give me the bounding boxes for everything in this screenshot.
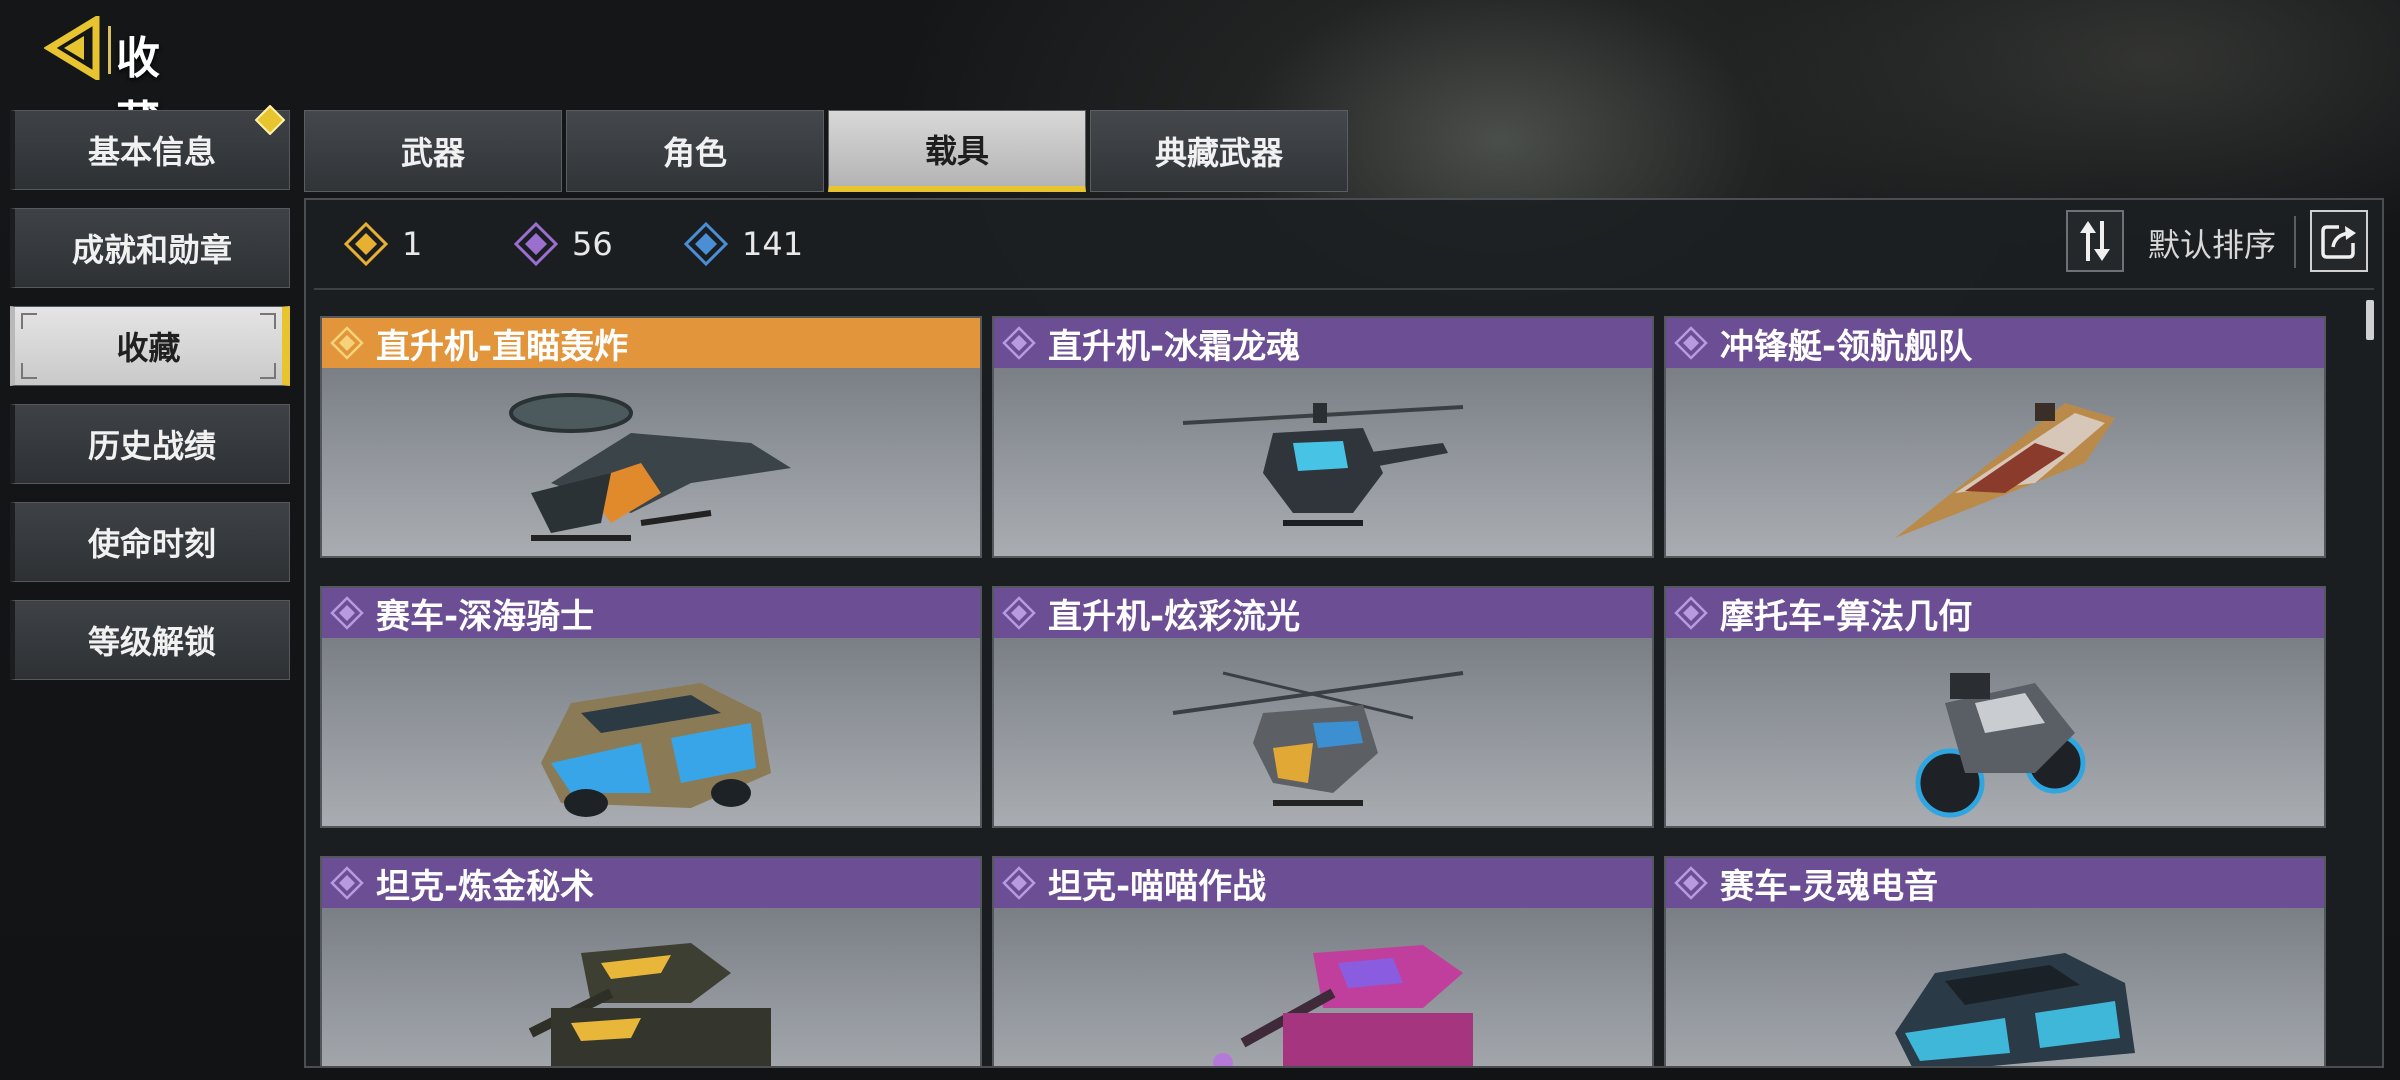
card-header: 直升机-直瞄轰炸 — [322, 318, 980, 368]
card-header: 摩托车-算法几何 — [1666, 588, 2324, 638]
sidebar-item-level-unlocks[interactable]: 等级解锁 — [10, 600, 290, 680]
epic-diamond-icon — [1002, 866, 1036, 900]
card-image — [322, 640, 980, 826]
card-header: 坦克-炼金秘术 — [322, 858, 980, 908]
vehicle-card[interactable]: 赛车-灵魂电音 — [1664, 856, 2326, 1066]
rare-count: 141 — [684, 222, 803, 266]
vehicle-card[interactable]: 坦克-炼金秘术 — [320, 856, 982, 1066]
card-image — [994, 910, 1652, 1066]
card-image — [322, 910, 980, 1066]
card-title: 坦克-喵喵作战 — [1048, 866, 1267, 907]
card-header: 冲锋艇-领航舰队 — [1666, 318, 2324, 368]
tab-vehicles[interactable]: 载具 — [828, 110, 1086, 192]
tab-weapons[interactable]: 武器 — [304, 110, 562, 192]
sort-label[interactable]: 默认排序 — [2148, 220, 2276, 266]
tank-icon — [528, 943, 771, 1066]
card-title: 赛车-灵魂电音 — [1720, 866, 1939, 907]
epic-count: 56 — [514, 222, 613, 266]
card-image — [1666, 910, 2324, 1066]
epic-diamond-icon — [514, 222, 558, 266]
vehicle-card[interactable]: 赛车-深海骑士 — [320, 586, 982, 828]
sidebar-item-achievements[interactable]: 成就和勋章 — [10, 208, 290, 288]
sidebar-item-label: 历史战绩 — [87, 427, 216, 465]
sidebar-item-label: 收藏 — [116, 329, 181, 367]
sidebar-item-label: 使命时刻 — [87, 525, 216, 563]
sidebar-item-basic-info[interactable]: 基本信息 — [10, 105, 290, 190]
helicopter-icon — [1172, 671, 1464, 806]
epic-diamond-icon — [330, 596, 364, 630]
notification-diamond-icon — [255, 105, 285, 135]
epic-diamond-icon — [1674, 326, 1708, 360]
tab-label: 典藏武器 — [1154, 134, 1283, 172]
back-arrow-icon — [44, 16, 100, 80]
share-icon — [2321, 225, 2356, 259]
card-image — [994, 370, 1652, 556]
header-divider — [108, 26, 111, 74]
sidebar-item-collection[interactable]: 收藏 — [10, 306, 290, 386]
vehicle-card[interactable]: 直升机-直瞄轰炸 — [320, 316, 982, 558]
tab-characters[interactable]: 角色 — [566, 110, 824, 192]
card-title: 冲锋艇-领航舰队 — [1720, 326, 1973, 367]
card-image — [322, 370, 980, 556]
back-button[interactable]: 收藏 — [44, 16, 204, 148]
legendary-diamond-icon — [330, 326, 364, 360]
tab-label: 角色 — [662, 134, 727, 172]
vehicle-card[interactable]: 直升机-炫彩流光 — [992, 586, 1654, 828]
rare-count-value: 141 — [742, 225, 804, 263]
sidebar-item-label: 基本信息 — [87, 133, 216, 171]
sidebar-item-label: 成就和勋章 — [71, 231, 232, 269]
epic-diamond-icon — [330, 866, 364, 900]
card-header: 直升机-炫彩流光 — [994, 588, 1652, 638]
card-image — [1666, 370, 2324, 556]
legendary-count: 1 — [344, 222, 422, 266]
card-title: 直升机-直瞄轰炸 — [376, 326, 629, 367]
motorcycle-icon — [1915, 673, 2086, 818]
card-title: 直升机-炫彩流光 — [1048, 596, 1301, 637]
epic-diamond-icon — [1002, 326, 1036, 360]
scrollbar-thumb[interactable] — [2366, 300, 2374, 340]
tab-label: 载具 — [924, 131, 989, 170]
sidebar-item-duty-moments[interactable]: 使命时刻 — [10, 502, 290, 582]
collection-panel: 1 56 141 默认排序 直升机-直瞄轰炸 直升机-冰霜龙魂 冲锋艇-领航舰队… — [304, 198, 2384, 1068]
card-header: 赛车-深海骑士 — [322, 588, 980, 638]
card-title: 赛车-深海骑士 — [376, 596, 595, 637]
vehicle-card[interactable]: 直升机-冰霜龙魂 — [992, 316, 1654, 558]
sort-toggle-button[interactable] — [2066, 210, 2124, 272]
boat-icon — [1895, 403, 2115, 538]
epic-count-value: 56 — [572, 225, 613, 263]
tab-collector-weapons[interactable]: 典藏武器 — [1090, 110, 1348, 192]
card-image — [1666, 640, 2324, 826]
vehicle-grid: 直升机-直瞄轰炸 直升机-冰霜龙魂 冲锋艇-领航舰队 赛车-深海骑士 直升机-炫… — [320, 316, 2350, 1066]
card-title: 坦克-炼金秘术 — [376, 866, 595, 907]
legendary-count-value: 1 — [402, 225, 423, 263]
sidebar-item-match-history[interactable]: 历史战绩 — [10, 404, 290, 484]
tab-label: 武器 — [400, 134, 465, 172]
card-image — [994, 640, 1652, 826]
helicopter-icon — [1182, 403, 1464, 526]
legendary-diamond-icon — [344, 222, 388, 266]
card-header: 直升机-冰霜龙魂 — [994, 318, 1652, 368]
vehicle-card[interactable]: 坦克-喵喵作战 — [992, 856, 1654, 1066]
toolbar-divider-vertical — [2294, 216, 2296, 268]
tank-icon — [1213, 945, 1473, 1066]
rare-diamond-icon — [684, 222, 728, 266]
card-title: 直升机-冰霜龙魂 — [1048, 326, 1301, 367]
toolbar-divider — [314, 288, 2374, 290]
sort-arrows-icon — [2080, 221, 2110, 261]
card-title: 摩托车-算法几何 — [1720, 596, 1973, 637]
helicopter-icon — [509, 393, 791, 541]
card-header: 坦克-喵喵作战 — [994, 858, 1652, 908]
car-icon — [1895, 953, 2135, 1066]
vehicle-card[interactable]: 摩托车-算法几何 — [1664, 586, 2326, 828]
car-icon — [541, 683, 771, 817]
epic-diamond-icon — [1674, 866, 1708, 900]
card-header: 赛车-灵魂电音 — [1666, 858, 2324, 908]
epic-diamond-icon — [1002, 596, 1036, 630]
share-button[interactable] — [2310, 210, 2368, 272]
vehicle-card[interactable]: 冲锋艇-领航舰队 — [1664, 316, 2326, 558]
sidebar-item-label: 等级解锁 — [87, 623, 216, 661]
epic-diamond-icon — [1674, 596, 1708, 630]
